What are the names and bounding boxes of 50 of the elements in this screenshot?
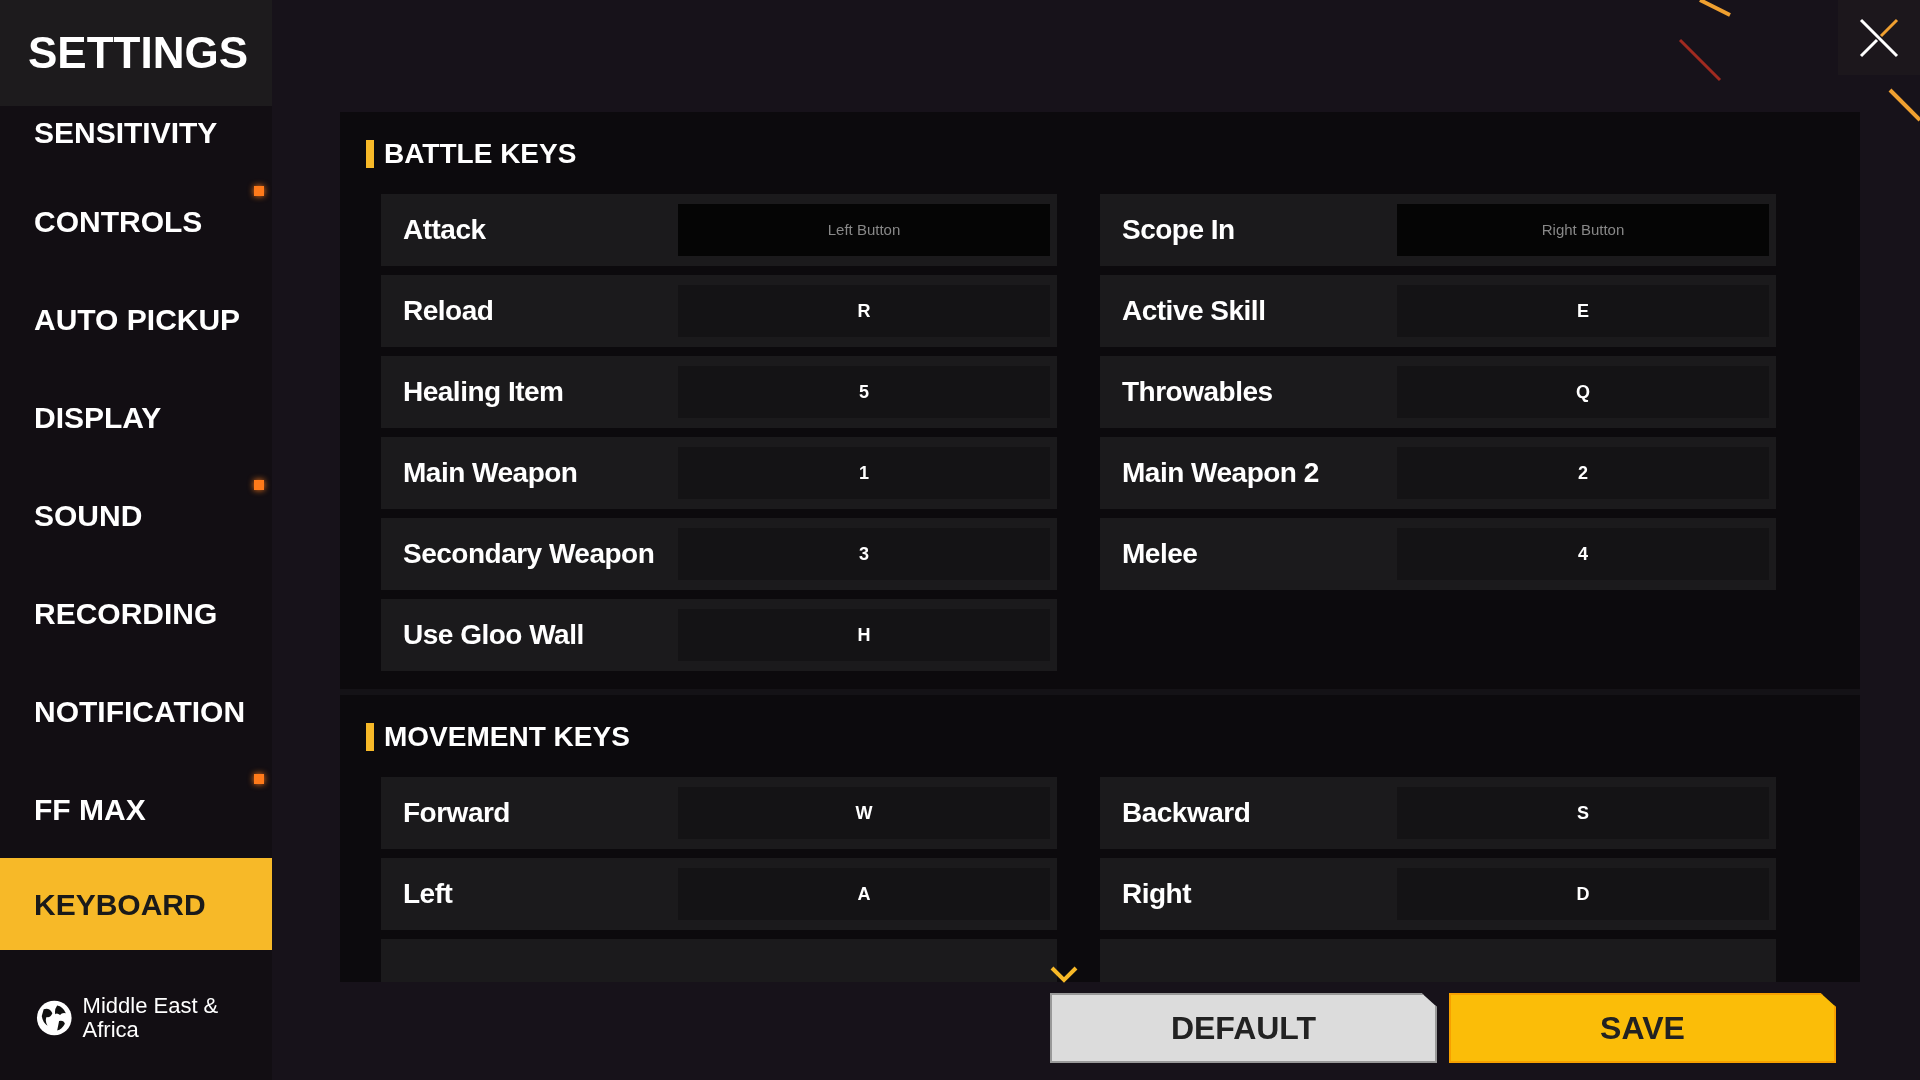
sidebar-tab[interactable]: DISPLAY — [0, 368, 272, 466]
key-binding-field[interactable]: 1 — [678, 447, 1050, 499]
key-binding-field[interactable]: 3 — [678, 528, 1050, 580]
section-title: MOVEMENT KEYS — [384, 720, 630, 754]
scroll-down-icon — [1050, 966, 1078, 984]
key-binding-field[interactable]: Left Button — [678, 204, 1050, 256]
globe-icon — [36, 999, 73, 1038]
action-label: Secondary Weapon — [403, 537, 656, 571]
save-button[interactable]: SAVE — [1449, 993, 1836, 1063]
action-label: Left — [403, 877, 454, 911]
key-binding-field[interactable]: D — [1397, 868, 1769, 920]
action-label: Main Weapon 2 — [1122, 456, 1320, 490]
sidebar-tab[interactable]: FF MAX — [0, 760, 272, 858]
action-label: Backward — [1122, 796, 1252, 830]
close-button[interactable] — [1838, 0, 1920, 75]
action-label: Active Skill — [1122, 294, 1267, 328]
action-label: Attack — [403, 213, 487, 247]
action-label: Throwables — [1122, 375, 1274, 409]
region-label: Middle East & Africa — [82, 994, 220, 1043]
key-binding-field[interactable]: 2 — [1397, 447, 1769, 499]
sidebar-tab[interactable]: CONTROLS — [0, 172, 272, 270]
sidebar-tab[interactable]: AUTO PICKUP — [0, 270, 272, 368]
section-marker — [366, 723, 374, 751]
action-label: Use Gloo Wall — [403, 618, 585, 652]
section-title: BATTLE KEYS — [384, 137, 577, 171]
action-label: Main Weapon — [403, 456, 579, 490]
action-label: Healing Item — [403, 375, 565, 409]
action-label: Right — [1122, 877, 1193, 911]
key-binding-field[interactable]: 5 — [678, 366, 1050, 418]
key-binding-field[interactable]: Q — [1397, 366, 1769, 418]
action-label: Melee — [1122, 537, 1199, 571]
sidebar-tab[interactable]: KEYBOARD — [0, 858, 272, 950]
key-binding-field[interactable]: H — [678, 609, 1050, 661]
key-binding-field[interactable]: E — [1397, 285, 1769, 337]
sidebar-tab[interactable]: SOUND — [0, 466, 272, 564]
key-binding-field[interactable]: 4 — [1397, 528, 1769, 580]
action-label: Scope In — [1122, 213, 1236, 247]
key-binding-field[interactable]: W — [678, 787, 1050, 839]
key-binding-field[interactable]: S — [1397, 787, 1769, 839]
key-binding-field[interactable]: Right Button — [1397, 204, 1769, 256]
key-binding-field[interactable]: R — [678, 285, 1050, 337]
default-button[interactable]: DEFAULT — [1050, 993, 1437, 1063]
sidebar-tab[interactable]: NOTIFICATION — [0, 662, 272, 760]
action-label: Forward — [403, 796, 511, 830]
action-label: Reload — [403, 294, 495, 328]
key-binding-field[interactable]: A — [678, 868, 1050, 920]
section-marker — [366, 140, 374, 168]
sidebar-tab[interactable]: RECORDING — [0, 564, 272, 662]
sidebar-tab[interactable]: SENSITIVITY — [0, 106, 272, 172]
settings-title: SETTINGS — [0, 0, 272, 106]
